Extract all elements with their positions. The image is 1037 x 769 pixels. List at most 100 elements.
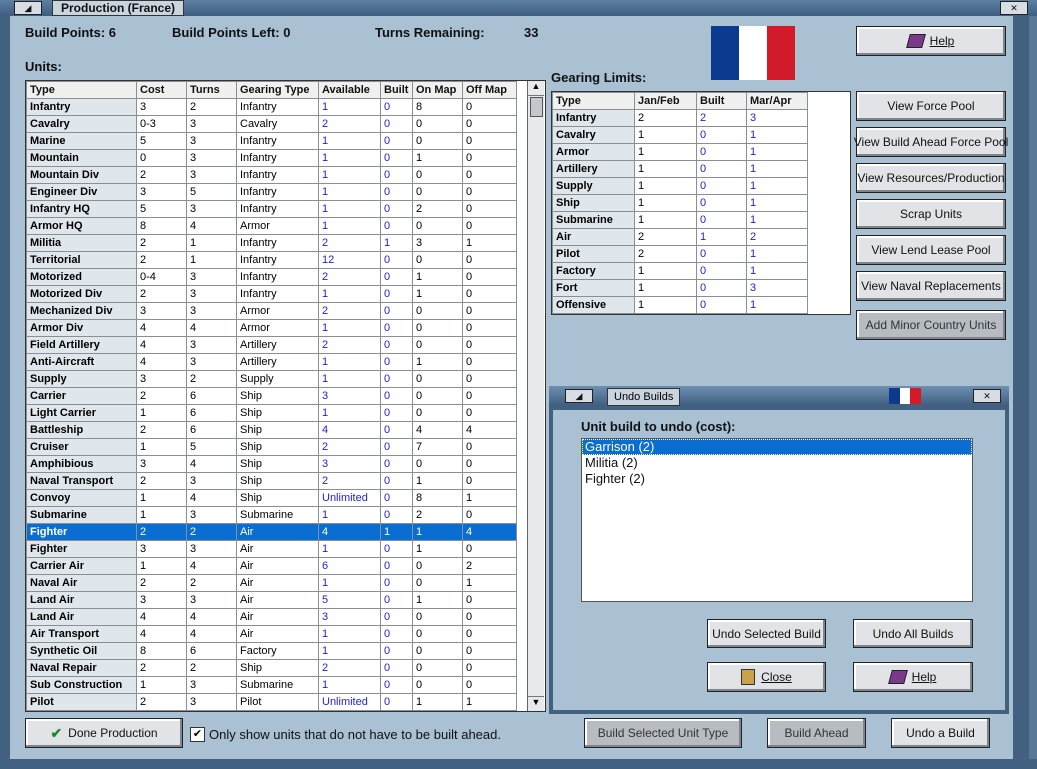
units-column-header[interactable]: On Map (412, 81, 463, 99)
scroll-down-arrow-icon[interactable]: ▼ (528, 696, 544, 711)
unit-value-cell: 0 (136, 149, 187, 167)
unit-type-cell: Carrier (26, 387, 137, 405)
units-table-row[interactable]: Field Artillery 4 3 Artillery 2 0 0 0 (26, 336, 517, 354)
unit-value-cell: 0 (380, 574, 413, 592)
undo-list-item[interactable]: Militia (2) (582, 455, 972, 471)
units-column-header[interactable]: Built (380, 81, 413, 99)
undo-builds-close-button[interactable]: ✕ (973, 389, 1001, 403)
unit-value-cell: 2 (136, 234, 187, 252)
help-button-label: Help (929, 34, 955, 48)
gearing-value-cell: 3 (746, 109, 808, 127)
units-table-row[interactable]: Supply 3 2 Supply 1 0 0 0 (26, 370, 517, 388)
units-column-header[interactable]: Available (318, 81, 381, 99)
units-table-row[interactable]: Carrier 2 6 Ship 3 0 0 0 (26, 387, 517, 405)
view-force-pool-button[interactable]: View Force Pool (856, 91, 1006, 121)
units-table-row[interactable]: Pilot 2 3 Pilot Unlimited 0 1 1 (26, 693, 517, 711)
units-column-header[interactable]: Off Map (462, 81, 517, 99)
build-ahead-button[interactable]: Build Ahead (767, 718, 866, 748)
units-table-row[interactable]: Fighter 3 3 Air 1 0 1 0 (26, 540, 517, 558)
units-table-row[interactable]: Infantry HQ 5 3 Infantry 1 0 2 0 (26, 200, 517, 218)
view-resources-button[interactable]: View Resources/Production (856, 163, 1006, 193)
units-table-row[interactable]: Anti-Aircraft 4 3 Artillery 1 0 1 0 (26, 353, 517, 371)
unit-value-cell: 2 (186, 659, 237, 677)
system-menu-button[interactable]: ◢ (14, 1, 42, 15)
units-table-row[interactable]: Naval Transport 2 3 Ship 2 0 1 0 (26, 472, 517, 490)
undo-list-item[interactable]: Garrison (2) (582, 439, 972, 455)
add-minor-country-units-button[interactable]: Add Minor Country Units (856, 310, 1006, 340)
units-table-row[interactable]: Motorized 0-4 3 Infantry 2 0 1 0 (26, 268, 517, 286)
units-table-row[interactable]: Mountain 0 3 Infantry 1 0 1 0 (26, 149, 517, 167)
undo-a-build-button[interactable]: Undo a Build (891, 718, 990, 748)
help-button[interactable]: Help (856, 26, 1006, 56)
gearing-type-cell: Cavalry (552, 126, 635, 144)
unit-value-cell: 0 (462, 115, 517, 133)
units-table-row[interactable]: Battleship 2 6 Ship 4 0 4 4 (26, 421, 517, 439)
units-table-row[interactable]: Armor Div 4 4 Armor 1 0 0 0 (26, 319, 517, 337)
units-table-row[interactable]: Infantry 3 2 Infantry 1 0 8 0 (26, 98, 517, 116)
view-build-ahead-button[interactable]: View Build Ahead Force Pool (854, 127, 1008, 157)
units-column-header[interactable]: Gearing Type (236, 81, 319, 99)
units-table-row[interactable]: Fighter 2 2 Air 4 1 1 4 (26, 523, 517, 541)
undo-help-button[interactable]: Help (853, 662, 973, 692)
unit-type-cell: Amphibious (26, 455, 137, 473)
units-table-row[interactable]: Militia 2 1 Infantry 2 1 3 1 (26, 234, 517, 252)
view-naval-replacements-button[interactable]: View Naval Replacements (856, 271, 1006, 301)
units-table-row[interactable]: Carrier Air 1 4 Air 6 0 0 2 (26, 557, 517, 575)
undo-selected-build-button[interactable]: Undo Selected Build (707, 619, 826, 648)
only-show-units-checkbox[interactable]: ✔ (190, 727, 205, 742)
undo-builds-title-bar[interactable]: ◢ Undo Builds ✕ (549, 386, 1009, 406)
units-table-row[interactable]: Land Air 3 3 Air 5 0 1 0 (26, 591, 517, 609)
close-window-button[interactable]: ✕ (1000, 1, 1028, 15)
unit-value-cell: 1 (186, 251, 237, 269)
unit-value-cell: Infantry (236, 200, 319, 218)
undo-build-list[interactable]: Garrison (2) Militia (2) Fighter (2) (581, 438, 973, 602)
gearing-value-cell: 1 (634, 262, 697, 280)
units-table-row[interactable]: Naval Repair 2 2 Ship 2 0 0 0 (26, 659, 517, 677)
unit-value-cell: 0 (380, 693, 413, 711)
unit-value-cell: 0 (462, 455, 517, 473)
units-table-row[interactable]: Territorial 2 1 Infantry 12 0 0 0 (26, 251, 517, 269)
done-production-button[interactable]: ✔ Done Production (25, 718, 183, 748)
unit-value-cell: 3 (318, 387, 381, 405)
units-table-row[interactable]: Cruiser 1 5 Ship 2 0 7 0 (26, 438, 517, 456)
build-selected-unit-type-button[interactable]: Build Selected Unit Type (584, 718, 742, 748)
units-table-row[interactable]: Sub Construction 1 3 Submarine 1 0 0 0 (26, 676, 517, 694)
undo-builds-system-button[interactable]: ◢ (565, 389, 593, 403)
undo-close-button[interactable]: Close (707, 662, 826, 692)
undo-selected-build-label: Undo Selected Build (712, 626, 821, 641)
view-lend-lease-button[interactable]: View Lend Lease Pool (856, 235, 1006, 265)
scroll-thumb[interactable] (530, 97, 543, 117)
units-column-header[interactable]: Cost (136, 81, 187, 99)
units-table-row[interactable]: Marine 5 3 Infantry 1 0 0 0 (26, 132, 517, 150)
undo-all-builds-button[interactable]: Undo All Builds (853, 619, 973, 648)
units-table-row[interactable]: Mountain Div 2 3 Infantry 1 0 0 0 (26, 166, 517, 184)
units-table-row[interactable]: Light Carrier 1 6 Ship 1 0 0 0 (26, 404, 517, 422)
units-table-row[interactable]: Armor HQ 8 4 Armor 1 0 0 0 (26, 217, 517, 235)
units-table-row[interactable]: Convoy 1 4 Ship Unlimited 0 8 1 (26, 489, 517, 507)
unit-value-cell: 3 (186, 166, 237, 184)
undo-list-item[interactable]: Fighter (2) (582, 471, 972, 487)
units-table-row[interactable]: Motorized Div 2 3 Infantry 1 0 1 0 (26, 285, 517, 303)
units-table-row[interactable]: Amphibious 3 4 Ship 3 0 0 0 (26, 455, 517, 473)
units-table-row[interactable]: Engineer Div 3 5 Infantry 1 0 0 0 (26, 183, 517, 201)
unit-type-cell: Territorial (26, 251, 137, 269)
title-bar[interactable]: ◢ Production (France) ✕ (0, 0, 1037, 17)
units-table-row[interactable]: Naval Air 2 2 Air 1 0 0 1 (26, 574, 517, 592)
unit-value-cell: 1 (462, 489, 517, 507)
units-scrollbar[interactable]: ▲ ▼ (527, 81, 544, 711)
units-table-row[interactable]: Land Air 4 4 Air 3 0 0 0 (26, 608, 517, 626)
units-table-row[interactable]: Air Transport 4 4 Air 1 0 0 0 (26, 625, 517, 643)
window-title: Production (France) (52, 0, 185, 16)
units-table-row[interactable]: Synthetic Oil 8 6 Factory 1 0 0 0 (26, 642, 517, 660)
scroll-up-arrow-icon[interactable]: ▲ (528, 81, 544, 96)
units-table-row[interactable]: Submarine 1 3 Submarine 1 0 2 0 (26, 506, 517, 524)
units-column-header[interactable]: Type (26, 81, 137, 99)
unit-value-cell: Ship (236, 404, 319, 422)
units-column-header[interactable]: Turns (186, 81, 237, 99)
units-table-row[interactable]: Mechanized Div 3 3 Armor 2 0 0 0 (26, 302, 517, 320)
unit-value-cell: Submarine (236, 506, 319, 524)
unit-value-cell: 2 (318, 336, 381, 354)
gearing-type-cell: Infantry (552, 109, 635, 127)
units-table-row[interactable]: Cavalry 0-3 3 Cavalry 2 0 0 0 (26, 115, 517, 133)
scrap-units-button[interactable]: Scrap Units (856, 199, 1006, 229)
